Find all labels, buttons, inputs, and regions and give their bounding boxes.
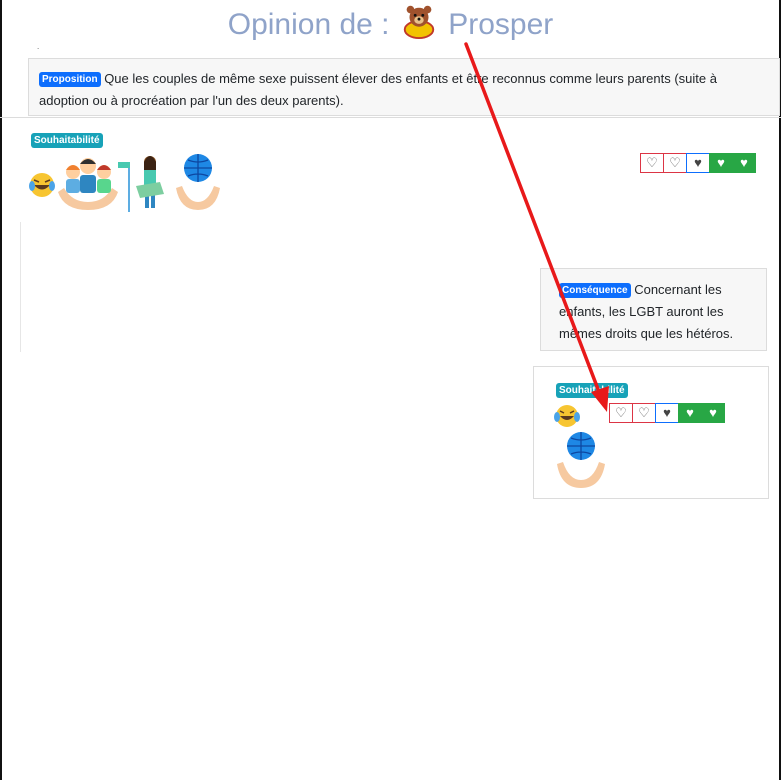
user-name-link[interactable]: Prosper — [448, 8, 553, 41]
proposition-text: Que les couples de même sexe puissent él… — [39, 71, 717, 108]
proposition-box: Proposition Que les couples de même sexe… — [28, 58, 780, 116]
desirability-rating: ♡ ♡ ♥ ♥ ♥ — [640, 153, 756, 173]
hands-holding-globe-icon — [557, 432, 605, 488]
page-title: Opinion de : Prosper — [0, 2, 781, 45]
tiny-marker: . — [37, 42, 40, 51]
rating-positive-button[interactable]: ♥ — [709, 153, 733, 173]
tree-connector-line — [20, 222, 21, 352]
separator — [0, 117, 781, 118]
rating-very-positive-button[interactable]: ♥ — [732, 153, 756, 173]
laughing-crying-emoji — [554, 405, 580, 427]
rating-very-negative-button[interactable]: ♡ — [640, 153, 664, 173]
page: Opinion de : Prosper . Proposition Que l… — [0, 0, 781, 780]
rating-neutral-button[interactable]: ♥ — [686, 153, 710, 173]
proposition-badge: Proposition — [39, 72, 101, 87]
desirability-badge: Souhaitabilité — [31, 133, 103, 148]
desirability-icons — [29, 154, 220, 212]
desirability-rating: ♡ ♡ ♥ ♥ ♥ — [609, 403, 725, 423]
rating-negative-button[interactable]: ♡ — [663, 153, 687, 173]
rating-very-positive-button[interactable]: ♥ — [701, 403, 725, 423]
rating-very-negative-button[interactable]: ♡ — [609, 403, 633, 423]
woman-at-signpost-icon — [118, 156, 164, 212]
hands-holding-globe-icon — [176, 154, 220, 210]
rating-negative-button[interactable]: ♡ — [632, 403, 656, 423]
title-prefix: Opinion de : — [227, 8, 390, 41]
hands-holding-family-icon — [58, 158, 118, 210]
bear-avatar-icon — [403, 5, 435, 40]
rating-positive-button[interactable]: ♥ — [678, 403, 702, 423]
consequence-badge: Conséquence — [559, 283, 631, 298]
rating-neutral-button[interactable]: ♥ — [655, 403, 679, 423]
laughing-crying-emoji — [29, 173, 55, 197]
desirability-badge: Souhaitabilité — [556, 383, 628, 398]
consequence-box: Conséquence Concernant les enfants, les … — [540, 268, 767, 351]
